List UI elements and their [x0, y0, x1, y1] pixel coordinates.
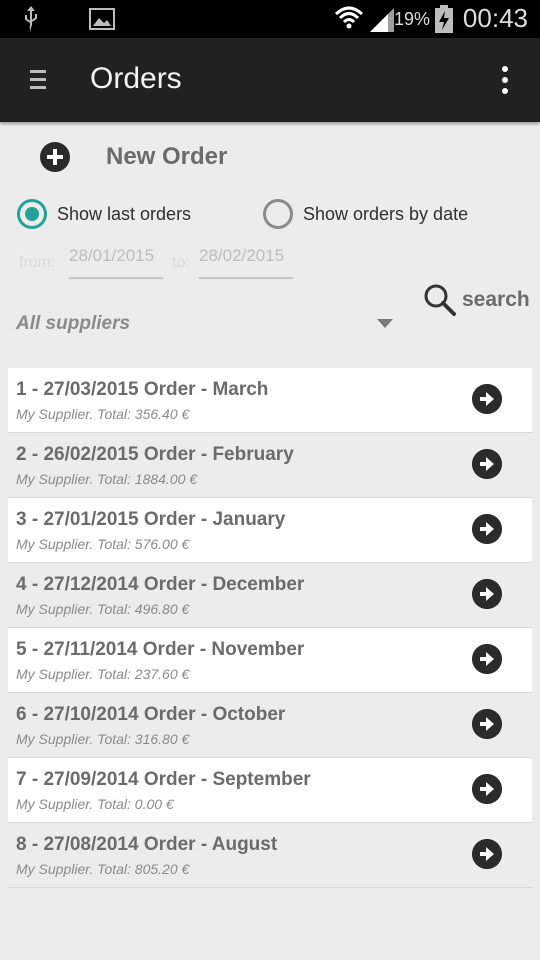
order-title: 5 - 27/11/2014 Order - November [16, 639, 305, 660]
radio-show-orders-by-date[interactable]: Show orders by date [263, 199, 468, 229]
order-row[interactable]: 4 - 27/12/2014 Order - December My Suppl… [8, 563, 532, 628]
to-date-field[interactable]: 28/02/2015 [199, 246, 293, 279]
order-row[interactable]: 3 - 27/01/2015 Order - January My Suppli… [8, 498, 532, 563]
search-icon [424, 284, 456, 316]
image-icon [89, 8, 115, 30]
order-subtitle: My Supplier. Total: 1884.00 € [16, 471, 198, 487]
order-row[interactable]: 8 - 27/08/2014 Order - August My Supplie… [8, 823, 532, 888]
order-row[interactable]: 5 - 27/11/2014 Order - November My Suppl… [8, 628, 532, 693]
radio-unchecked-icon [263, 199, 293, 229]
supplier-dropdown[interactable]: All suppliers [16, 313, 130, 335]
order-subtitle: My Supplier. Total: 0.00 € [16, 796, 174, 812]
new-order-button[interactable]: New Order [40, 140, 227, 174]
order-subtitle: My Supplier. Total: 316.80 € [16, 731, 190, 747]
usb-icon [25, 6, 37, 32]
order-row[interactable]: 2 - 26/02/2015 Order - February My Suppl… [8, 433, 532, 498]
new-order-label: New Order [106, 143, 228, 170]
order-subtitle: My Supplier. Total: 237.60 € [16, 666, 190, 682]
order-subtitle: My Supplier. Total: 496.80 € [16, 601, 190, 617]
arrow-right-circle-icon[interactable] [472, 709, 502, 739]
menu-icon[interactable] [30, 70, 46, 90]
order-title: 4 - 27/12/2014 Order - December [16, 574, 305, 595]
order-title: 7 - 27/09/2014 Order - September [16, 769, 311, 790]
arrow-right-circle-icon[interactable] [472, 839, 502, 869]
signal-icon [370, 8, 394, 32]
arrow-right-circle-icon[interactable] [472, 774, 502, 804]
arrow-right-circle-icon[interactable] [472, 644, 502, 674]
show-orders-by-date-label: Show orders by date [303, 203, 469, 224]
search-label: search [462, 288, 530, 311]
radio-show-last-orders[interactable]: Show last orders [17, 199, 191, 229]
order-title: 2 - 26/02/2015 Order - February [16, 444, 294, 465]
overflow-menu-icon[interactable] [502, 66, 510, 94]
battery-percent: 19% [393, 9, 430, 29]
radio-checked-icon [17, 199, 47, 229]
show-last-orders-label: Show last orders [57, 203, 192, 224]
order-title: 6 - 27/10/2014 Order - October [16, 704, 286, 725]
from-date-field[interactable]: 28/01/2015 [69, 246, 163, 279]
battery-charging-icon [435, 5, 453, 33]
from-label: from: [19, 254, 56, 271]
arrow-right-circle-icon[interactable] [472, 449, 502, 479]
arrow-right-circle-icon[interactable] [472, 384, 502, 414]
order-title: 1 - 27/03/2015 Order - March [16, 379, 269, 400]
arrow-right-circle-icon[interactable] [472, 514, 502, 544]
chevron-down-icon[interactable] [377, 319, 393, 328]
to-label: to: [172, 254, 190, 271]
page-title: Orders [90, 62, 182, 95]
action-bar: Orders [0, 38, 540, 122]
order-row[interactable]: 7 - 27/09/2014 Order - September My Supp… [8, 758, 532, 823]
order-row[interactable]: 6 - 27/10/2014 Order - October My Suppli… [8, 693, 532, 758]
order-title: 3 - 27/01/2015 Order - January [16, 509, 286, 530]
wifi-icon [334, 6, 364, 29]
search-button[interactable]: search [424, 284, 530, 316]
add-circle-icon [40, 142, 70, 172]
order-subtitle: My Supplier. Total: 356.40 € [16, 406, 190, 422]
clock: 00:43 [462, 3, 528, 33]
order-row[interactable]: 1 - 27/03/2015 Order - March My Supplier… [8, 368, 532, 433]
orders-list: 1 - 27/03/2015 Order - March My Supplier… [8, 368, 532, 888]
order-title: 8 - 27/08/2014 Order - August [16, 834, 278, 855]
status-bar: 19% 00:43 [0, 0, 540, 38]
order-subtitle: My Supplier. Total: 805.20 € [16, 861, 190, 877]
order-subtitle: My Supplier. Total: 576.00 € [16, 536, 190, 552]
arrow-right-circle-icon[interactable] [472, 579, 502, 609]
